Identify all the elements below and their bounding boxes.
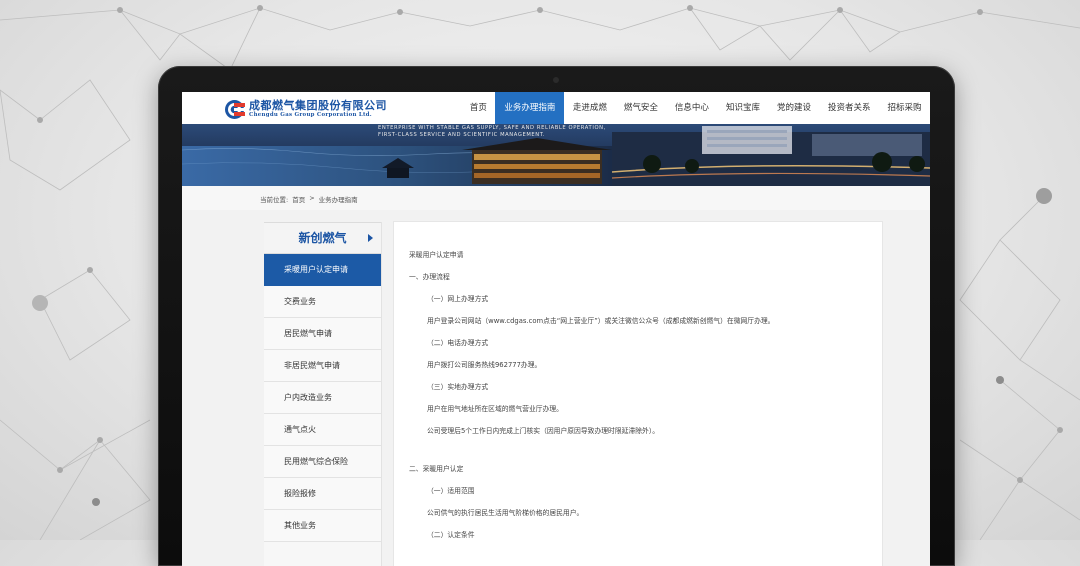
sidebar-item-payment[interactable]: 交费业务 (264, 286, 381, 318)
breadcrumb-current[interactable]: 业务办理指南 (319, 194, 358, 204)
caret-right-icon (368, 234, 373, 242)
logo-chinese-name: 成都燃气集团股份有限公司 (249, 98, 387, 112)
nav-procurement[interactable]: 招标采购 (879, 92, 930, 124)
breadcrumb-bar: 当前位置: 首页 > 业务办理指南 (182, 186, 930, 210)
breadcrumb-label: 当前位置: (260, 196, 289, 204)
breadcrumb-home-link[interactable]: 首页 (292, 194, 305, 204)
sidebar-title[interactable]: 新创燃气 (264, 222, 381, 254)
sidebar-item-other-business[interactable]: 其他业务 (264, 510, 381, 542)
article-paragraph: 用户拨打公司服务热线962777办理。 (427, 361, 542, 369)
nav-home[interactable]: 首页 (461, 92, 495, 124)
breadcrumb: 当前位置: 首页 > 业务办理指南 (260, 194, 358, 204)
article-heading: 二、采暖用户认定 (409, 465, 464, 473)
article-panel: 采暖用户认定申请 一、办理流程 （一）网上办理方式 用户登录公司网站（www.c… (393, 221, 883, 566)
article-paragraph: 用户登录公司网站（www.cdgas.com点击“网上营业厅”）或关注微信公众号… (427, 317, 775, 325)
article-subheading: （二）电话办理方式 (427, 339, 489, 347)
laptop-screen: 成都燃气集团股份有限公司 Chengdu Gas Group Corporati… (182, 92, 930, 566)
article-subheading: （二）认定条件 (427, 531, 475, 539)
logo-english-name: Chengdu Gas Group Corporation Ltd. (249, 111, 372, 118)
article-heading: 一、办理流程 (409, 273, 450, 281)
camera-icon (553, 77, 559, 83)
sidebar-item-heating-user-application[interactable]: 采暖用户认定申请 (264, 254, 381, 286)
banner-slogan: ENTERPRISE WITH STABLE GAS SUPPLY, SAFE … (378, 125, 606, 139)
article-title: 采暖用户认定申请 (409, 251, 464, 259)
sidebar-item-gas-ignition[interactable]: 通气点火 (264, 414, 381, 446)
article-paragraph: 公司供气的执行居民生活用气阶梯价格的居民用户。 (427, 509, 584, 517)
article-subheading: （三）实地办理方式 (427, 383, 489, 391)
nav-gas-safety[interactable]: 燃气安全 (615, 92, 666, 124)
laptop-frame: 成都燃气集团股份有限公司 Chengdu Gas Group Corporati… (158, 66, 955, 566)
nav-party-building[interactable]: 党的建设 (768, 92, 819, 124)
nav-about[interactable]: 走进成燃 (564, 92, 615, 124)
article-subheading: （一）适用范围 (427, 487, 475, 495)
breadcrumb-separator: > (309, 194, 315, 202)
site-logo[interactable]: 成都燃气集团股份有限公司 Chengdu Gas Group Corporati… (224, 98, 387, 120)
nav-business-guide[interactable]: 业务办理指南 (495, 92, 565, 124)
article-paragraph: 公司受理后5个工作日内完成上门核实（因用户原因导致办理时限延滞除外）。 (427, 427, 660, 435)
banner-slogan-line-1: ENTERPRISE WITH STABLE GAS SUPPLY, SAFE … (378, 125, 606, 131)
article-paragraph: 用户在用气地址所在区域的燃气营业厅办理。 (427, 405, 563, 413)
nav-investor-relations[interactable]: 投资者关系 (819, 92, 879, 124)
sidebar-item-non-residential-gas[interactable]: 非居民燃气申请 (264, 350, 381, 382)
banner-slogan-line-2: FIRST-CLASS SERVICE AND SCIENTIFIC MANAG… (378, 132, 546, 138)
article-subheading: （一）网上办理方式 (427, 295, 489, 303)
sidebar-item-indoor-renovation[interactable]: 户内改造业务 (264, 382, 381, 414)
sidebar-title-text: 新创燃气 (298, 231, 347, 245)
sidebar-item-residential-gas[interactable]: 居民燃气申请 (264, 318, 381, 350)
sidebar-item-gas-insurance[interactable]: 民用燃气综合保险 (264, 446, 381, 478)
main-nav: 首页 业务办理指南 走进成燃 燃气安全 信息中心 知识宝库 党的建设 投资者关系… (461, 92, 930, 124)
logo-emblem-icon (225, 99, 245, 119)
sidebar: 新创燃气 采暖用户认定申请 交费业务 居民燃气申请 非居民燃气申请 户内改造业务… (264, 222, 382, 566)
nav-info-center[interactable]: 信息中心 (666, 92, 717, 124)
hero-banner: ENTERPRISE WITH STABLE GAS SUPPLY, SAFE … (182, 124, 930, 186)
sidebar-item-report-repair[interactable]: 报险报修 (264, 478, 381, 510)
site-header: 成都燃气集团股份有限公司 Chengdu Gas Group Corporati… (182, 92, 930, 124)
nav-knowledge[interactable]: 知识宝库 (717, 92, 768, 124)
